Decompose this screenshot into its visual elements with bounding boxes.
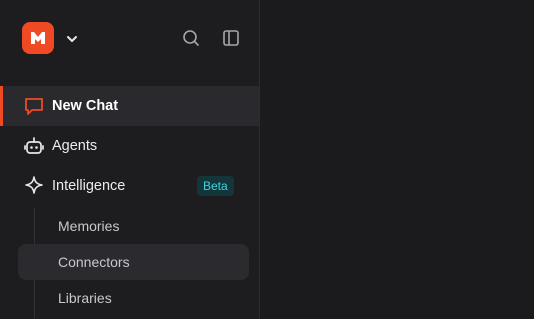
beta-badge: Beta	[197, 176, 234, 196]
search-icon	[183, 30, 199, 46]
m-logo-icon	[31, 32, 45, 44]
app-window: New Chat Agents Intelligence Beta Memori…	[0, 0, 534, 319]
chat-bubble-icon	[22, 94, 46, 118]
nav-agents[interactable]: Agents	[0, 126, 259, 166]
nav-memories-label: Memories	[58, 218, 120, 234]
workspace-switcher-button[interactable]	[62, 29, 82, 49]
nav-intelligence[interactable]: Intelligence Beta	[0, 166, 259, 206]
nav-connectors[interactable]: Connectors	[18, 244, 249, 280]
nav-libraries-label: Libraries	[58, 290, 112, 306]
chevron-down-icon	[67, 36, 77, 42]
sidebar: New Chat Agents Intelligence Beta Memori…	[0, 0, 259, 319]
nav-memories[interactable]: Memories	[18, 208, 249, 244]
robot-icon	[22, 134, 46, 158]
nav-new-chat[interactable]: New Chat	[0, 86, 259, 126]
active-indicator	[0, 86, 3, 126]
nav-agents-label: Agents	[52, 138, 98, 154]
search-button[interactable]	[180, 27, 202, 49]
toggle-sidebar-button[interactable]	[220, 27, 242, 49]
nav-connectors-label: Connectors	[58, 254, 130, 270]
sidebar-toggle-icon	[223, 30, 239, 46]
sparkle-icon	[22, 174, 46, 198]
nav-libraries[interactable]: Libraries	[18, 280, 249, 316]
main-content	[260, 0, 534, 319]
workspace-logo[interactable]	[22, 22, 54, 54]
nav-new-chat-label: New Chat	[52, 98, 119, 114]
sidebar-header	[0, 0, 259, 76]
nav-intelligence-label: Intelligence	[52, 178, 126, 194]
